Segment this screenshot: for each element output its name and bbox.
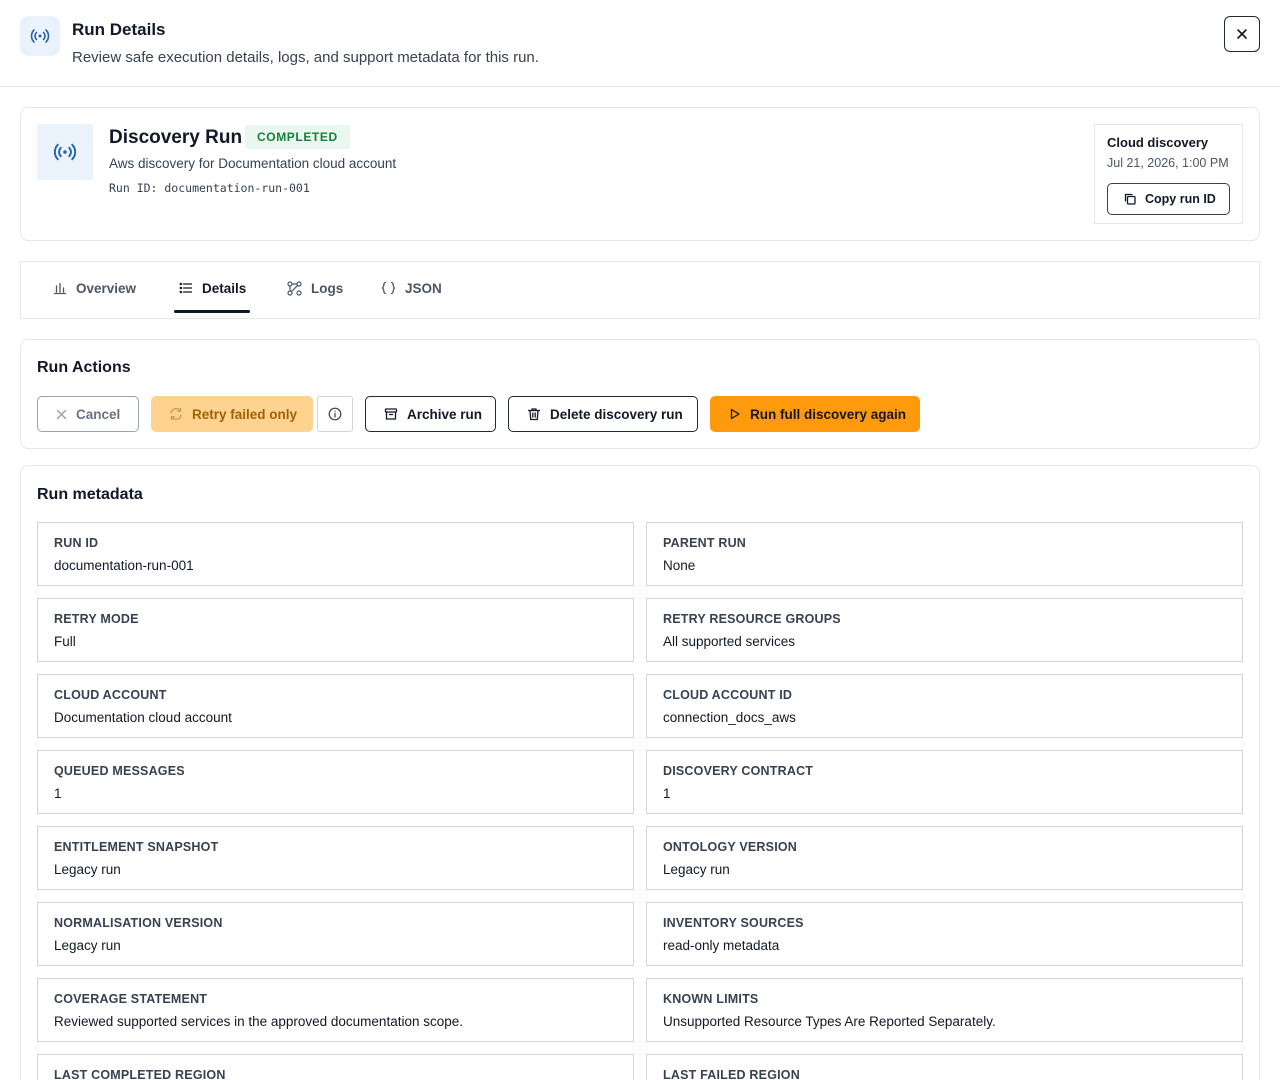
dialog-title: Run Details: [72, 20, 166, 39]
run-metadata-title: Run metadata: [37, 486, 143, 503]
copy-run-id-button[interactable]: Copy run ID: [1107, 183, 1230, 215]
copy-run-id-label: Copy run ID: [1145, 192, 1216, 206]
metadata-label: ONTOLOGY VERSION: [663, 840, 798, 854]
metadata-value: connection_docs_aws: [663, 710, 796, 725]
tab-json[interactable]: JSON: [381, 262, 442, 314]
braces-icon: [381, 281, 396, 295]
metadata-item: RETRY RESOURCE GROUPS All supported servi…: [646, 598, 1243, 662]
cancel-label: Cancel: [76, 406, 121, 422]
radar-icon: [20, 16, 60, 56]
close-icon: [56, 409, 67, 419]
metadata-label: COVERAGE STATEMENT: [54, 992, 208, 1006]
run-actions-title: Run Actions: [37, 359, 131, 376]
run-metadata-card: Run metadata RUN ID documentation-run-001…: [20, 465, 1260, 1080]
run-full-discovery-label: Run full discovery again: [750, 406, 907, 422]
run-id-line: Run ID: documentation-run-001: [109, 181, 310, 195]
info-icon: [328, 407, 342, 421]
metadata-item: CLOUD ACCOUNT ID connection_docs_aws: [646, 674, 1243, 738]
delete-run-button[interactable]: Delete discovery run: [508, 396, 698, 432]
radar-icon: [37, 124, 93, 180]
metadata-value: Reviewed supported services in the appro…: [54, 1014, 463, 1029]
tab-details-label: Details: [202, 280, 247, 296]
metadata-item: CLOUD ACCOUNT Documentation cloud account: [37, 674, 634, 738]
metadata-label: CLOUD ACCOUNT: [54, 688, 167, 702]
tab-json-label: JSON: [405, 280, 442, 296]
list-icon: [179, 282, 193, 294]
retry-failed-button[interactable]: Retry failed only: [151, 396, 313, 432]
metadata-item: KNOWN LIMITS Unsupported Resource Types A…: [646, 978, 1243, 1042]
run-description: Aws discovery for Documentation cloud ac…: [109, 156, 397, 171]
close-button[interactable]: [1224, 16, 1260, 52]
archive-run-button[interactable]: Archive run: [365, 396, 496, 432]
metadata-label: ENTITLEMENT SNAPSHOT: [54, 840, 219, 854]
metadata-value: Unsupported Resource Types Are Reported …: [663, 1014, 996, 1029]
dialog-subtitle: Review safe execution details, logs, and…: [72, 49, 539, 66]
run-full-discovery-button[interactable]: Run full discovery again: [710, 396, 920, 432]
metadata-label: LAST COMPLETED REGION: [54, 1068, 226, 1080]
metadata-item: PARENT RUN None: [646, 522, 1243, 586]
trash-icon: [527, 408, 541, 421]
metadata-item: ONTOLOGY VERSION Legacy run: [646, 826, 1243, 890]
metadata-value: None: [663, 558, 696, 573]
metadata-item: LAST FAILED REGION: [646, 1054, 1243, 1080]
metadata-item: NORMALISATION VERSION Legacy run: [37, 902, 634, 966]
run-info-box: Cloud discovery Jul 21, 2026, 1:00 PM Co…: [1094, 124, 1243, 224]
metadata-item: ENTITLEMENT SNAPSHOT Legacy run: [37, 826, 634, 890]
metadata-value: Legacy run: [54, 938, 121, 953]
delete-run-label: Delete discovery run: [550, 406, 683, 422]
run-title: Discovery Run: [109, 127, 243, 148]
metadata-label: LAST FAILED REGION: [663, 1068, 800, 1080]
dialog-header: Run Details Review safe execution detail…: [0, 0, 1280, 87]
metadata-label: RUN ID: [54, 536, 99, 550]
retry-info-button[interactable]: [317, 396, 353, 432]
metadata-item: LAST COMPLETED REGION: [37, 1054, 634, 1080]
metadata-item: RUN ID documentation-run-001: [37, 522, 634, 586]
archive-run-label: Archive run: [407, 406, 483, 422]
metadata-label: RETRY RESOURCE GROUPS: [663, 612, 841, 626]
metadata-item: COVERAGE STATEMENT Reviewed supported ser…: [37, 978, 634, 1042]
metadata-item: QUEUED MESSAGES 1: [37, 750, 634, 814]
metadata-label: INVENTORY SOURCES: [663, 916, 804, 930]
play-icon: [730, 408, 740, 420]
tab-logs[interactable]: Logs: [287, 262, 343, 314]
bar-chart-icon: [53, 282, 67, 295]
copy-icon: [1124, 193, 1136, 205]
tab-logs-label: Logs: [311, 280, 344, 296]
retry-failed-label: Retry failed only: [192, 406, 298, 422]
run-date: Jul 21, 2026, 1:00 PM: [1107, 156, 1229, 170]
tab-overview[interactable]: Overview: [53, 262, 136, 314]
branch-icon: [287, 280, 302, 296]
active-tab-indicator: [174, 310, 250, 313]
run-actions-card: Run Actions Cancel Retry failed only Arc…: [20, 339, 1260, 449]
metadata-label: CLOUD ACCOUNT ID: [663, 688, 793, 702]
metadata-label: KNOWN LIMITS: [663, 992, 759, 1006]
metadata-label: RETRY MODE: [54, 612, 139, 626]
tab-bar: Overview Details Logs JSON: [20, 261, 1260, 319]
metadata-label: PARENT RUN: [663, 536, 747, 550]
metadata-label: DISCOVERY CONTRACT: [663, 764, 814, 778]
tab-overview-label: Overview: [76, 280, 137, 296]
metadata-item: RETRY MODE Full: [37, 598, 634, 662]
close-icon: [1237, 29, 1247, 39]
metadata-value: Legacy run: [54, 862, 121, 877]
refresh-icon: [170, 407, 182, 421]
metadata-item: INVENTORY SOURCES read-only metadata: [646, 902, 1243, 966]
run-type: Cloud discovery: [1107, 135, 1209, 150]
archive-icon: [384, 408, 398, 420]
metadata-value: Legacy run: [663, 862, 730, 877]
metadata-value: 1: [663, 786, 671, 801]
status-badge: COMPLETED: [245, 125, 350, 149]
cancel-button[interactable]: Cancel: [37, 396, 139, 432]
metadata-item: DISCOVERY CONTRACT 1: [646, 750, 1243, 814]
metadata-label: QUEUED MESSAGES: [54, 764, 185, 778]
metadata-value: 1: [54, 786, 62, 801]
metadata-value: All supported services: [663, 634, 796, 649]
metadata-value: Full: [54, 634, 76, 649]
metadata-label: NORMALISATION VERSION: [54, 916, 223, 930]
metadata-value: read-only metadata: [663, 938, 780, 953]
metadata-value: documentation-run-001: [54, 558, 194, 573]
metadata-value: Documentation cloud account: [54, 710, 232, 725]
tab-details[interactable]: Details: [179, 262, 246, 314]
run-summary-card: Discovery Run COMPLETED Aws discovery fo…: [20, 107, 1260, 241]
